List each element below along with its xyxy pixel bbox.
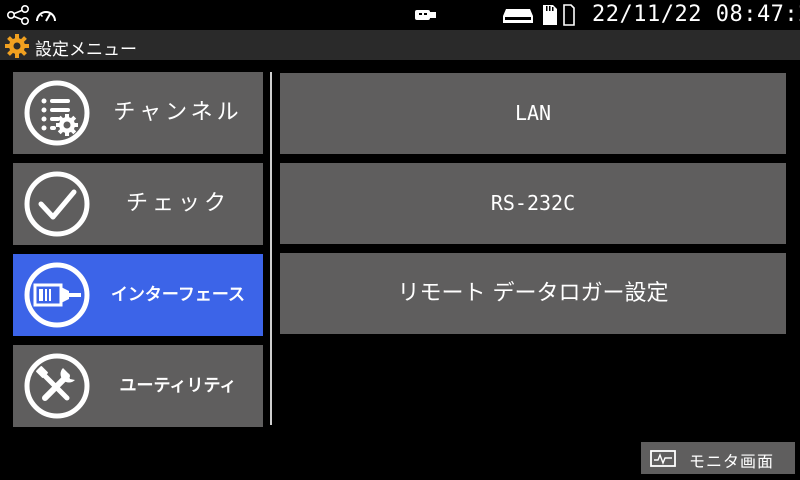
gauge-icon [36,11,56,22]
monitor-screen-label: モニタ画面 [689,452,775,471]
sd-card-icon [563,4,575,26]
sd-card-icon [543,5,557,25]
divider [270,72,272,425]
usb-icon [415,10,436,20]
check-icon [24,171,90,237]
tools-icon [24,353,90,419]
monitor-icon [650,450,676,467]
monitor-screen-button[interactable]: モニタ画面 [641,442,795,474]
menu-item-label: インターフェース [110,285,246,305]
gear-icon [5,34,29,58]
page-title: 設定メニュー [35,40,137,60]
rs232c-button[interactable]: RS-232C [280,163,786,244]
title-bar: 設定メニュー [0,30,800,60]
menu-item-label: チェック [125,191,230,216]
status-bar: 22/11/22 08:47:26 [0,0,800,30]
datetime-display: 22/11/22 08:47:26 [592,2,800,27]
remote-datalogger-settings-button[interactable]: リモート データロガー設定 [280,253,786,334]
drive-icon [503,9,533,23]
menu-item-utility[interactable]: ユーティリティ [13,345,263,427]
menu-item-label: チャンネル [113,100,243,125]
interface-connector-icon [24,262,90,328]
menu-item-label: ユーティリティ [119,376,237,396]
menu-item-check[interactable]: チェック [13,163,263,245]
menu-item-channel[interactable]: チャンネル [13,72,263,154]
share-icon [6,5,29,25]
menu-item-interface[interactable]: インターフェース [13,254,263,336]
channel-list-gear-icon [24,80,90,146]
lan-button[interactable]: LAN [280,73,786,154]
